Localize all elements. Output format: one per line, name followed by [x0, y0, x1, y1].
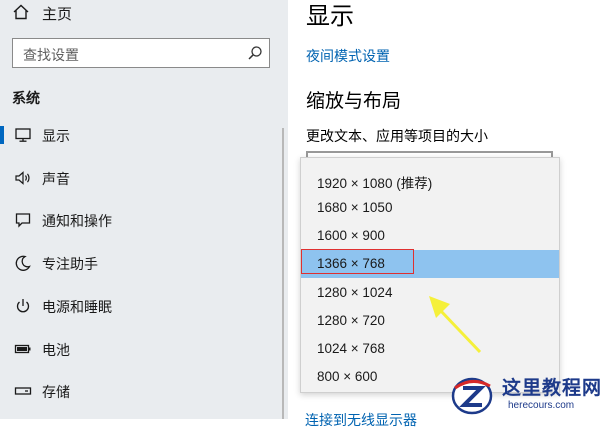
- sidebar-item-power-sleep[interactable]: 电源和睡眠: [0, 288, 288, 324]
- speaker-icon: [15, 171, 30, 185]
- search-input[interactable]: 查找设置: [12, 38, 270, 68]
- resolution-option-label: 800 × 600: [317, 369, 378, 384]
- search-placeholder: 查找设置: [23, 47, 79, 63]
- home-label: 主页: [42, 6, 73, 23]
- sidebar-item-display[interactable]: 显示: [0, 117, 288, 153]
- resolution-option-label: 1600 × 900: [317, 228, 385, 243]
- sidebar-item-focus-assist[interactable]: 专注助手: [0, 245, 288, 281]
- moon-icon: [15, 255, 31, 271]
- text-size-label: 更改文本、应用等项目的大小: [306, 128, 488, 144]
- night-mode-settings-link[interactable]: 夜间模式设置: [306, 46, 390, 66]
- sidebar: 主页 查找设置 系统 显示 声音 通知和操作 专注助手 电源和睡眠 电池 存储: [0, 0, 288, 419]
- resolution-option-label: 1280 × 1024: [317, 285, 393, 300]
- storage-icon: [14, 387, 32, 395]
- selection-indicator: [0, 126, 4, 144]
- resolution-option-label: 1920 × 1080 (推荐): [317, 176, 433, 191]
- sidebar-item-label: 电池: [42, 342, 70, 358]
- sidebar-item-label: 存储: [42, 384, 70, 400]
- sidebar-item-battery[interactable]: 电池: [0, 331, 288, 367]
- annotation-highlight-box: [301, 249, 414, 274]
- sidebar-item-storage[interactable]: 存储: [0, 373, 288, 409]
- sidebar-item-label: 显示: [42, 128, 70, 144]
- watermark: 这里教程网 herecours.com: [448, 372, 600, 419]
- watermark-url: herecours.com: [508, 400, 575, 411]
- resolution-option-label: 1024 × 768: [317, 341, 385, 356]
- scale-layout-heading: 缩放与布局: [306, 91, 402, 112]
- sidebar-item-sound[interactable]: 声音: [0, 160, 288, 196]
- annotation-arrow-icon: [429, 296, 482, 354]
- wireless-display-link[interactable]: 连接到无线显示器: [305, 410, 417, 430]
- sidebar-item-label: 声音: [42, 171, 70, 187]
- resolution-option-label: 1680 × 1050: [317, 200, 393, 215]
- watermark-title: 这里教程网: [502, 378, 600, 399]
- sidebar-item-label: 专注助手: [42, 256, 98, 272]
- home-icon: [13, 4, 29, 20]
- search-icon[interactable]: [247, 45, 263, 61]
- battery-icon: [14, 344, 31, 354]
- resolution-option[interactable]: 1680 × 1050: [301, 194, 559, 222]
- resolution-option[interactable]: 1600 × 900: [301, 222, 559, 250]
- sidebar-item-label: 电源和睡眠: [42, 299, 112, 315]
- power-icon: [16, 299, 30, 313]
- section-title-system: 系统: [12, 90, 40, 106]
- sidebar-item-label: 通知和操作: [42, 213, 112, 229]
- sidebar-item-notifications[interactable]: 通知和操作: [0, 202, 288, 238]
- resolution-option-label: 1280 × 720: [317, 313, 385, 328]
- resolution-option[interactable]: 1920 × 1080 (推荐): [301, 166, 559, 194]
- sidebar-scrollbar[interactable]: [282, 128, 284, 419]
- monitor-icon: [15, 128, 31, 142]
- watermark-logo-icon: [451, 377, 493, 415]
- home-nav-item[interactable]: 主页: [0, 0, 288, 28]
- notification-icon: [15, 213, 31, 228]
- page-title: 显示: [306, 3, 354, 30]
